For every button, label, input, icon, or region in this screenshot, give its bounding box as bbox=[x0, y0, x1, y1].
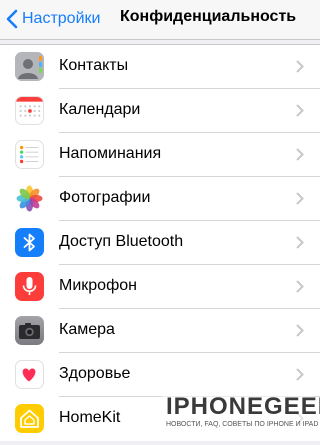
list-item-label: HomeKit bbox=[59, 409, 121, 426]
chevron-right-icon bbox=[296, 60, 304, 73]
page-title: Конфиденциальность bbox=[120, 8, 297, 25]
navigation-bar: Настройки Конфиденциальность bbox=[0, 0, 320, 40]
chevron-right-icon bbox=[296, 148, 304, 161]
chevron-right-icon bbox=[296, 324, 304, 337]
list-item-label: Напоминания bbox=[59, 145, 162, 162]
chevron-left-icon bbox=[6, 9, 18, 29]
list-item-contacts[interactable]: Контакты bbox=[0, 45, 320, 89]
list-item-label: Микрофон bbox=[59, 277, 137, 294]
contacts-icon bbox=[15, 52, 44, 81]
calendar-icon bbox=[15, 96, 44, 125]
list-item-camera[interactable]: Камера bbox=[0, 309, 320, 353]
camera-icon bbox=[15, 316, 44, 345]
list-item-label: Камера bbox=[59, 321, 115, 338]
list-item-reminders[interactable]: Напоминания bbox=[0, 133, 320, 177]
chevron-right-icon bbox=[296, 368, 304, 381]
list-item-microphone[interactable]: Микрофон bbox=[0, 265, 320, 309]
list-item-label: Доступ Bluetooth bbox=[59, 233, 184, 250]
chevron-right-icon bbox=[296, 236, 304, 249]
list-item-photos[interactable]: Фотографии bbox=[0, 177, 320, 221]
photos-icon bbox=[15, 184, 44, 213]
privacy-list: Контакты Календари Напоминания Фотографи… bbox=[0, 44, 320, 441]
watermark-subtitle: НОВОСТИ, FAQ, СОВЕТЫ ПО IPHONE И IPAD bbox=[166, 421, 319, 428]
bluetooth-icon bbox=[15, 228, 44, 257]
list-item-label: Здоровье bbox=[59, 365, 131, 382]
back-button[interactable]: Настройки bbox=[6, 7, 100, 31]
homekit-icon bbox=[15, 404, 44, 433]
microphone-icon bbox=[15, 272, 44, 301]
watermark: IPHONEGEEK НОВОСТИ, FAQ, СОВЕТЫ ПО IPHON… bbox=[162, 393, 320, 437]
chevron-right-icon bbox=[296, 280, 304, 293]
list-item-bluetooth[interactable]: Доступ Bluetooth bbox=[0, 221, 320, 265]
watermark-title: IPHONEGEEK bbox=[166, 393, 320, 420]
chevron-right-icon bbox=[296, 192, 304, 205]
list-item-label: Календари bbox=[59, 101, 141, 118]
reminders-icon bbox=[15, 140, 44, 169]
list-item-health[interactable]: Здоровье bbox=[0, 353, 320, 397]
list-item-calendars[interactable]: Календари bbox=[0, 89, 320, 133]
back-button-label[interactable]: Настройки bbox=[22, 10, 100, 28]
list-item-label: Контакты bbox=[59, 57, 129, 74]
health-icon bbox=[15, 360, 44, 389]
list-item-label: Фотографии bbox=[59, 189, 151, 206]
chevron-right-icon bbox=[296, 104, 304, 117]
